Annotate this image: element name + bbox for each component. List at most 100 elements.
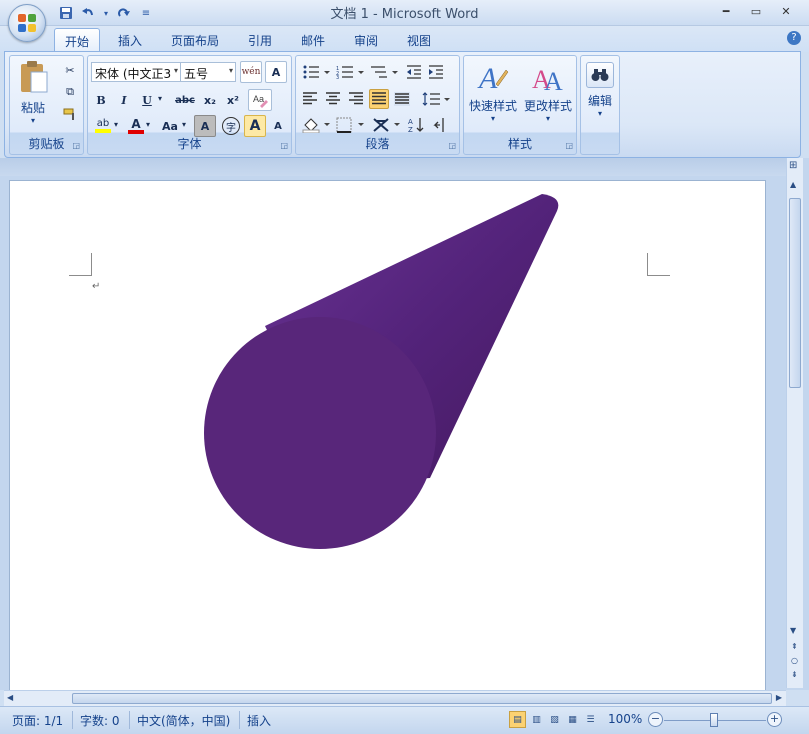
highlight-button[interactable]: ab [91, 116, 115, 136]
superscript-button[interactable]: x² [223, 90, 243, 110]
bold-button[interactable]: B [91, 90, 111, 110]
tab-mailings[interactable]: 邮件 [291, 28, 335, 52]
decrease-indent-icon[interactable] [404, 62, 424, 82]
change-case-dropdown-icon[interactable]: ▾ [182, 120, 186, 129]
numbering-icon: 123 [336, 66, 364, 79]
editing-group: 编辑 ▾ [580, 55, 620, 155]
zoom-slider-handle[interactable] [710, 713, 718, 727]
font-color-dropdown-icon[interactable]: ▾ [146, 120, 150, 129]
print-layout-view-icon[interactable]: ▤ [509, 711, 526, 728]
numbering-button[interactable]: 123 [334, 62, 366, 82]
align-right-icon[interactable] [346, 89, 366, 109]
paste-button[interactable]: 粘贴 ▾ [13, 60, 53, 136]
full-screen-reading-icon[interactable]: ▥ [528, 711, 545, 728]
office-button[interactable] [8, 4, 46, 42]
multilevel-list-button[interactable] [368, 62, 400, 82]
zoom-in-icon[interactable]: + [767, 712, 782, 727]
next-page-icon[interactable]: ⇟ [791, 670, 798, 679]
change-styles-button[interactable]: AA 更改样式 ▾ [521, 60, 575, 132]
enclose-char-button[interactable]: 字 [220, 115, 242, 137]
bullets-button[interactable] [300, 62, 332, 82]
maximize-icon[interactable]: ▭ [743, 2, 769, 20]
tab-home[interactable]: 开始 [54, 28, 100, 52]
justify-icon[interactable] [369, 89, 389, 109]
vertical-scrollbar[interactable]: ⊞ ▲ ▼ ⇞ ○ ⇟ [786, 158, 803, 688]
styles-group: A 快速样式 ▾ AA 更改样式 ▾ 样式 ◲ [463, 55, 577, 155]
format-painter-icon[interactable] [60, 104, 80, 124]
scroll-left-icon[interactable]: ◀ [7, 693, 13, 702]
language-indicator[interactable]: 中文(简体，中国) [137, 712, 230, 729]
underline-button[interactable]: U [137, 90, 157, 110]
web-layout-icon[interactable]: ▧ [546, 711, 563, 728]
styles-launcher-icon[interactable]: ◲ [565, 141, 573, 150]
close-icon[interactable]: ✕ [773, 2, 799, 20]
editing-button[interactable]: 编辑 ▾ [582, 60, 618, 132]
tab-view[interactable]: 视图 [397, 28, 441, 52]
clear-formatting-icon: Aa [253, 94, 268, 108]
page-count[interactable]: 页面: 1/1 [12, 712, 63, 729]
chinese-layout-button[interactable] [370, 115, 402, 135]
tab-review[interactable]: 审阅 [344, 28, 388, 52]
cone-shape[interactable] [10, 181, 767, 701]
change-case-button[interactable]: Aa [158, 116, 182, 136]
increase-indent-icon[interactable] [426, 62, 446, 82]
draft-view-icon[interactable]: ☰ [582, 711, 599, 728]
ruler-toggle-icon[interactable]: ⊞ [789, 160, 797, 171]
scroll-up-icon[interactable]: ▲ [790, 180, 796, 189]
vertical-scroll-thumb[interactable] [789, 198, 801, 388]
minimize-icon[interactable]: ━ [713, 2, 739, 20]
line-spacing-button[interactable] [420, 89, 452, 109]
italic-button[interactable]: I [114, 90, 134, 110]
font-color-button[interactable]: A [126, 116, 146, 136]
quick-styles-button[interactable]: A 快速样式 ▾ [467, 60, 519, 132]
help-icon[interactable]: ? [787, 31, 801, 45]
horizontal-scroll-thumb[interactable] [72, 693, 772, 704]
prev-page-icon[interactable]: ⇞ [791, 642, 798, 651]
styles-label: 样式 [507, 137, 532, 151]
font-color-label: A [131, 117, 141, 131]
svg-text:3: 3 [336, 75, 339, 79]
enclose-char-label: 字 [222, 117, 240, 135]
insert-mode-indicator[interactable]: 插入 [247, 712, 271, 729]
browse-object-icon[interactable]: ○ [791, 656, 798, 665]
clipboard-launcher-icon[interactable]: ◲ [72, 141, 80, 150]
outline-view-icon[interactable]: ▦ [564, 711, 581, 728]
change-styles-dropdown-icon: ▾ [545, 114, 550, 123]
underline-dropdown-icon[interactable]: ▾ [158, 94, 162, 103]
paragraph-launcher-icon[interactable]: ◲ [448, 141, 456, 150]
clear-formatting-button[interactable]: Aa [248, 89, 272, 111]
zoom-out-icon[interactable]: − [648, 712, 663, 727]
status-separator [239, 711, 240, 729]
grow-font-button[interactable]: A [244, 115, 266, 137]
cut-icon[interactable]: ✂ [60, 60, 80, 80]
tab-page-layout[interactable]: 页面布局 [162, 28, 228, 52]
scroll-right-icon[interactable]: ▶ [776, 693, 782, 702]
tab-references[interactable]: 引用 [238, 28, 282, 52]
align-left-icon[interactable] [300, 89, 320, 109]
tab-insert[interactable]: 插入 [108, 28, 152, 52]
char-shading-button[interactable]: A [194, 115, 216, 137]
highlight-color-swatch [95, 129, 111, 133]
scroll-down-icon[interactable]: ▼ [790, 626, 796, 635]
subscript-button[interactable]: x₂ [200, 90, 220, 110]
svg-text:Aa: Aa [253, 94, 264, 104]
document-page[interactable]: ↵ [9, 180, 766, 700]
borders-button[interactable] [334, 115, 366, 135]
sort-icon[interactable]: AZ [406, 115, 426, 135]
phonetic-guide-button[interactable]: wén [240, 61, 262, 83]
zoom-level[interactable]: 100% [608, 712, 642, 726]
font-size-combo[interactable]: 五号 ▾ [180, 62, 236, 82]
show-marks-icon[interactable] [430, 115, 450, 135]
align-center-icon[interactable] [323, 89, 343, 109]
horizontal-scrollbar[interactable]: ◀ ▶ [4, 690, 786, 706]
char-border-button[interactable]: A [265, 61, 287, 83]
font-launcher-icon[interactable]: ◲ [280, 141, 288, 150]
highlight-dropdown-icon[interactable]: ▾ [114, 120, 118, 129]
shading-button[interactable] [300, 115, 332, 135]
word-count[interactable]: 字数: 0 [80, 712, 120, 729]
distributed-icon[interactable] [392, 89, 412, 109]
shrink-font-button[interactable]: A [268, 116, 288, 136]
font-name-combo[interactable]: 宋体 (中文正3 ▾ [91, 62, 181, 82]
strikethrough-button[interactable]: abc [172, 90, 198, 110]
copy-icon[interactable]: ⧉ [60, 82, 80, 102]
